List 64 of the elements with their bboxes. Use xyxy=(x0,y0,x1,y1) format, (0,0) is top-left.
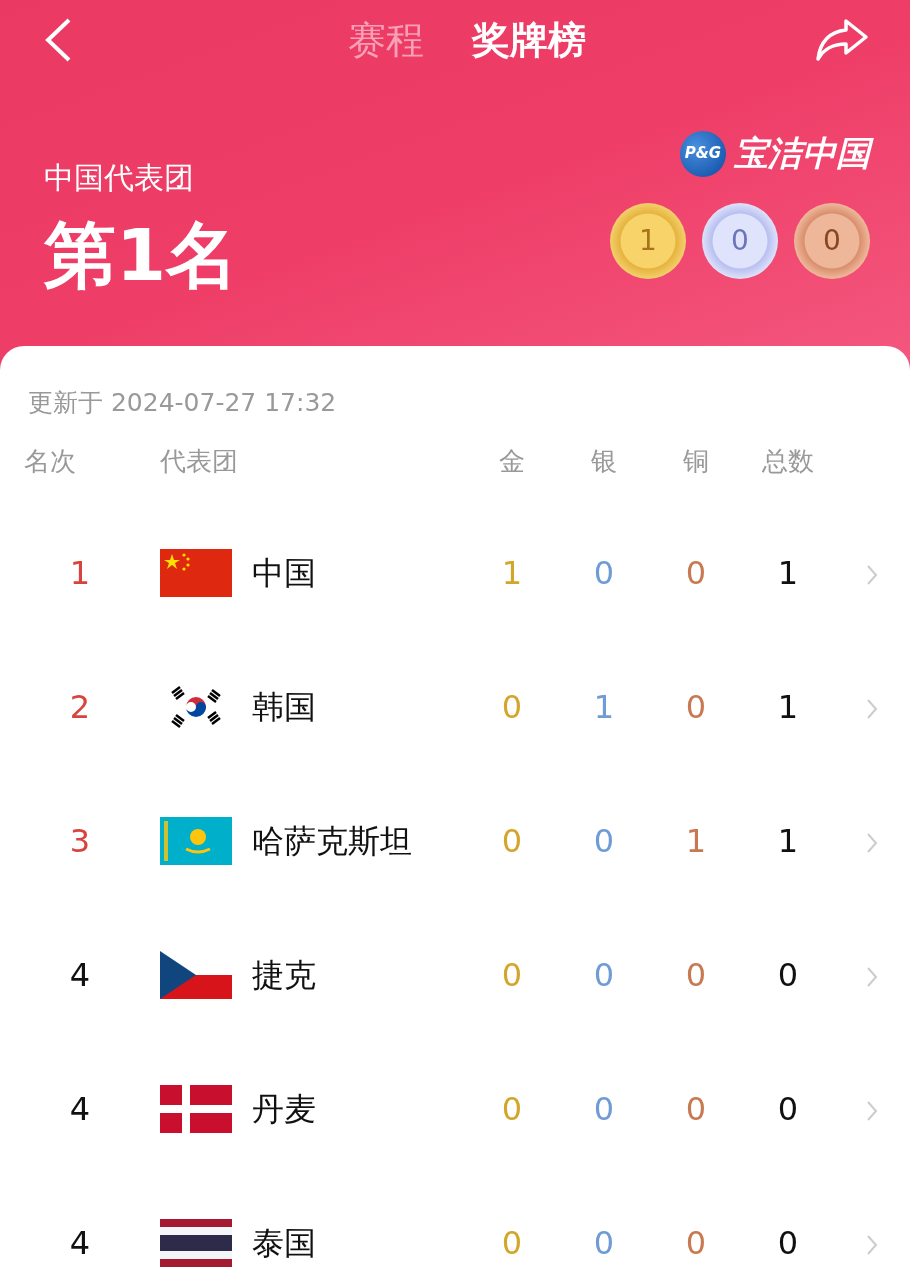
rank-number: 4 xyxy=(69,1224,91,1262)
country-name: 泰国 xyxy=(252,1224,316,1262)
country-name: 哈萨克斯坦 xyxy=(252,822,412,860)
flag-icon xyxy=(160,549,232,597)
total-count: 1 xyxy=(777,688,799,726)
chevron-icon[interactable] xyxy=(866,1100,878,1122)
back-icon[interactable] xyxy=(44,17,72,63)
country-name: 捷克 xyxy=(252,956,316,994)
medal-count: 0 xyxy=(702,203,778,280)
nav-tab[interactable]: 奖牌榜 xyxy=(448,11,610,69)
total-count: 0 xyxy=(777,1224,799,1262)
rank-number: 4 xyxy=(69,1090,91,1128)
rank-number: 4 xyxy=(69,956,91,994)
total-count: 0 xyxy=(777,956,799,994)
flag-icon xyxy=(160,817,232,865)
medal-count: 0 xyxy=(593,1090,615,1128)
flag-icon xyxy=(160,951,232,999)
flag-icon xyxy=(160,1219,232,1267)
country-name: 中国 xyxy=(252,554,316,592)
medal-count: 0 xyxy=(501,1090,523,1128)
medal-count: 0 xyxy=(685,1224,707,1262)
rank-number: 3 xyxy=(69,822,91,860)
medal-count: 0 xyxy=(593,822,615,860)
medal-count: 0 xyxy=(593,956,615,994)
medal-count: 0 xyxy=(501,822,523,860)
delegation-label: 中国代表团 xyxy=(44,159,195,197)
column-header: 铜 xyxy=(683,446,709,476)
medal-count: 0 xyxy=(593,554,615,592)
medal-count: 0 xyxy=(501,688,523,726)
sponsor-logo: P&G xyxy=(680,130,726,177)
country-name: 韩国 xyxy=(252,688,316,726)
medal-count: 1 xyxy=(685,822,707,860)
medal-count: 0 xyxy=(501,1224,523,1262)
nav-tab[interactable]: 赛程 xyxy=(324,11,448,69)
total-count: 1 xyxy=(777,554,799,592)
chevron-icon[interactable] xyxy=(866,1234,878,1256)
medal-count: 1 xyxy=(501,554,523,592)
share-icon[interactable] xyxy=(814,17,870,63)
total-count: 0 xyxy=(777,1090,799,1128)
medal-count: 1 xyxy=(593,688,615,726)
rank-number: 1 xyxy=(69,554,91,592)
medal-count: 1 xyxy=(610,203,686,280)
rank-number: 2 xyxy=(69,688,91,726)
rank-title: 第1名 xyxy=(44,216,239,296)
medal-count: 0 xyxy=(593,1224,615,1262)
country-name: 丹麦 xyxy=(252,1090,316,1128)
medal-count: 0 xyxy=(685,1090,707,1128)
chevron-icon[interactable] xyxy=(866,966,878,988)
chevron-icon[interactable] xyxy=(866,832,878,854)
medal-count: 0 xyxy=(685,554,707,592)
medal-count: 0 xyxy=(685,956,707,994)
medal-count: 0 xyxy=(501,956,523,994)
total-count: 1 xyxy=(777,822,799,860)
flag-icon xyxy=(160,1085,232,1133)
chevron-icon[interactable] xyxy=(866,698,878,720)
column-header: 总数 xyxy=(762,446,814,476)
medal-count: 0 xyxy=(685,688,707,726)
medal-count: 0 xyxy=(794,203,870,280)
column-header: 银 xyxy=(591,446,617,476)
column-header: 代表团 xyxy=(160,446,238,476)
column-header: 名次 xyxy=(24,446,76,476)
chevron-icon[interactable] xyxy=(866,564,878,586)
column-header: 金 xyxy=(499,446,525,476)
update-time: 更新于 2024-07-27 17:32 xyxy=(27,387,338,419)
